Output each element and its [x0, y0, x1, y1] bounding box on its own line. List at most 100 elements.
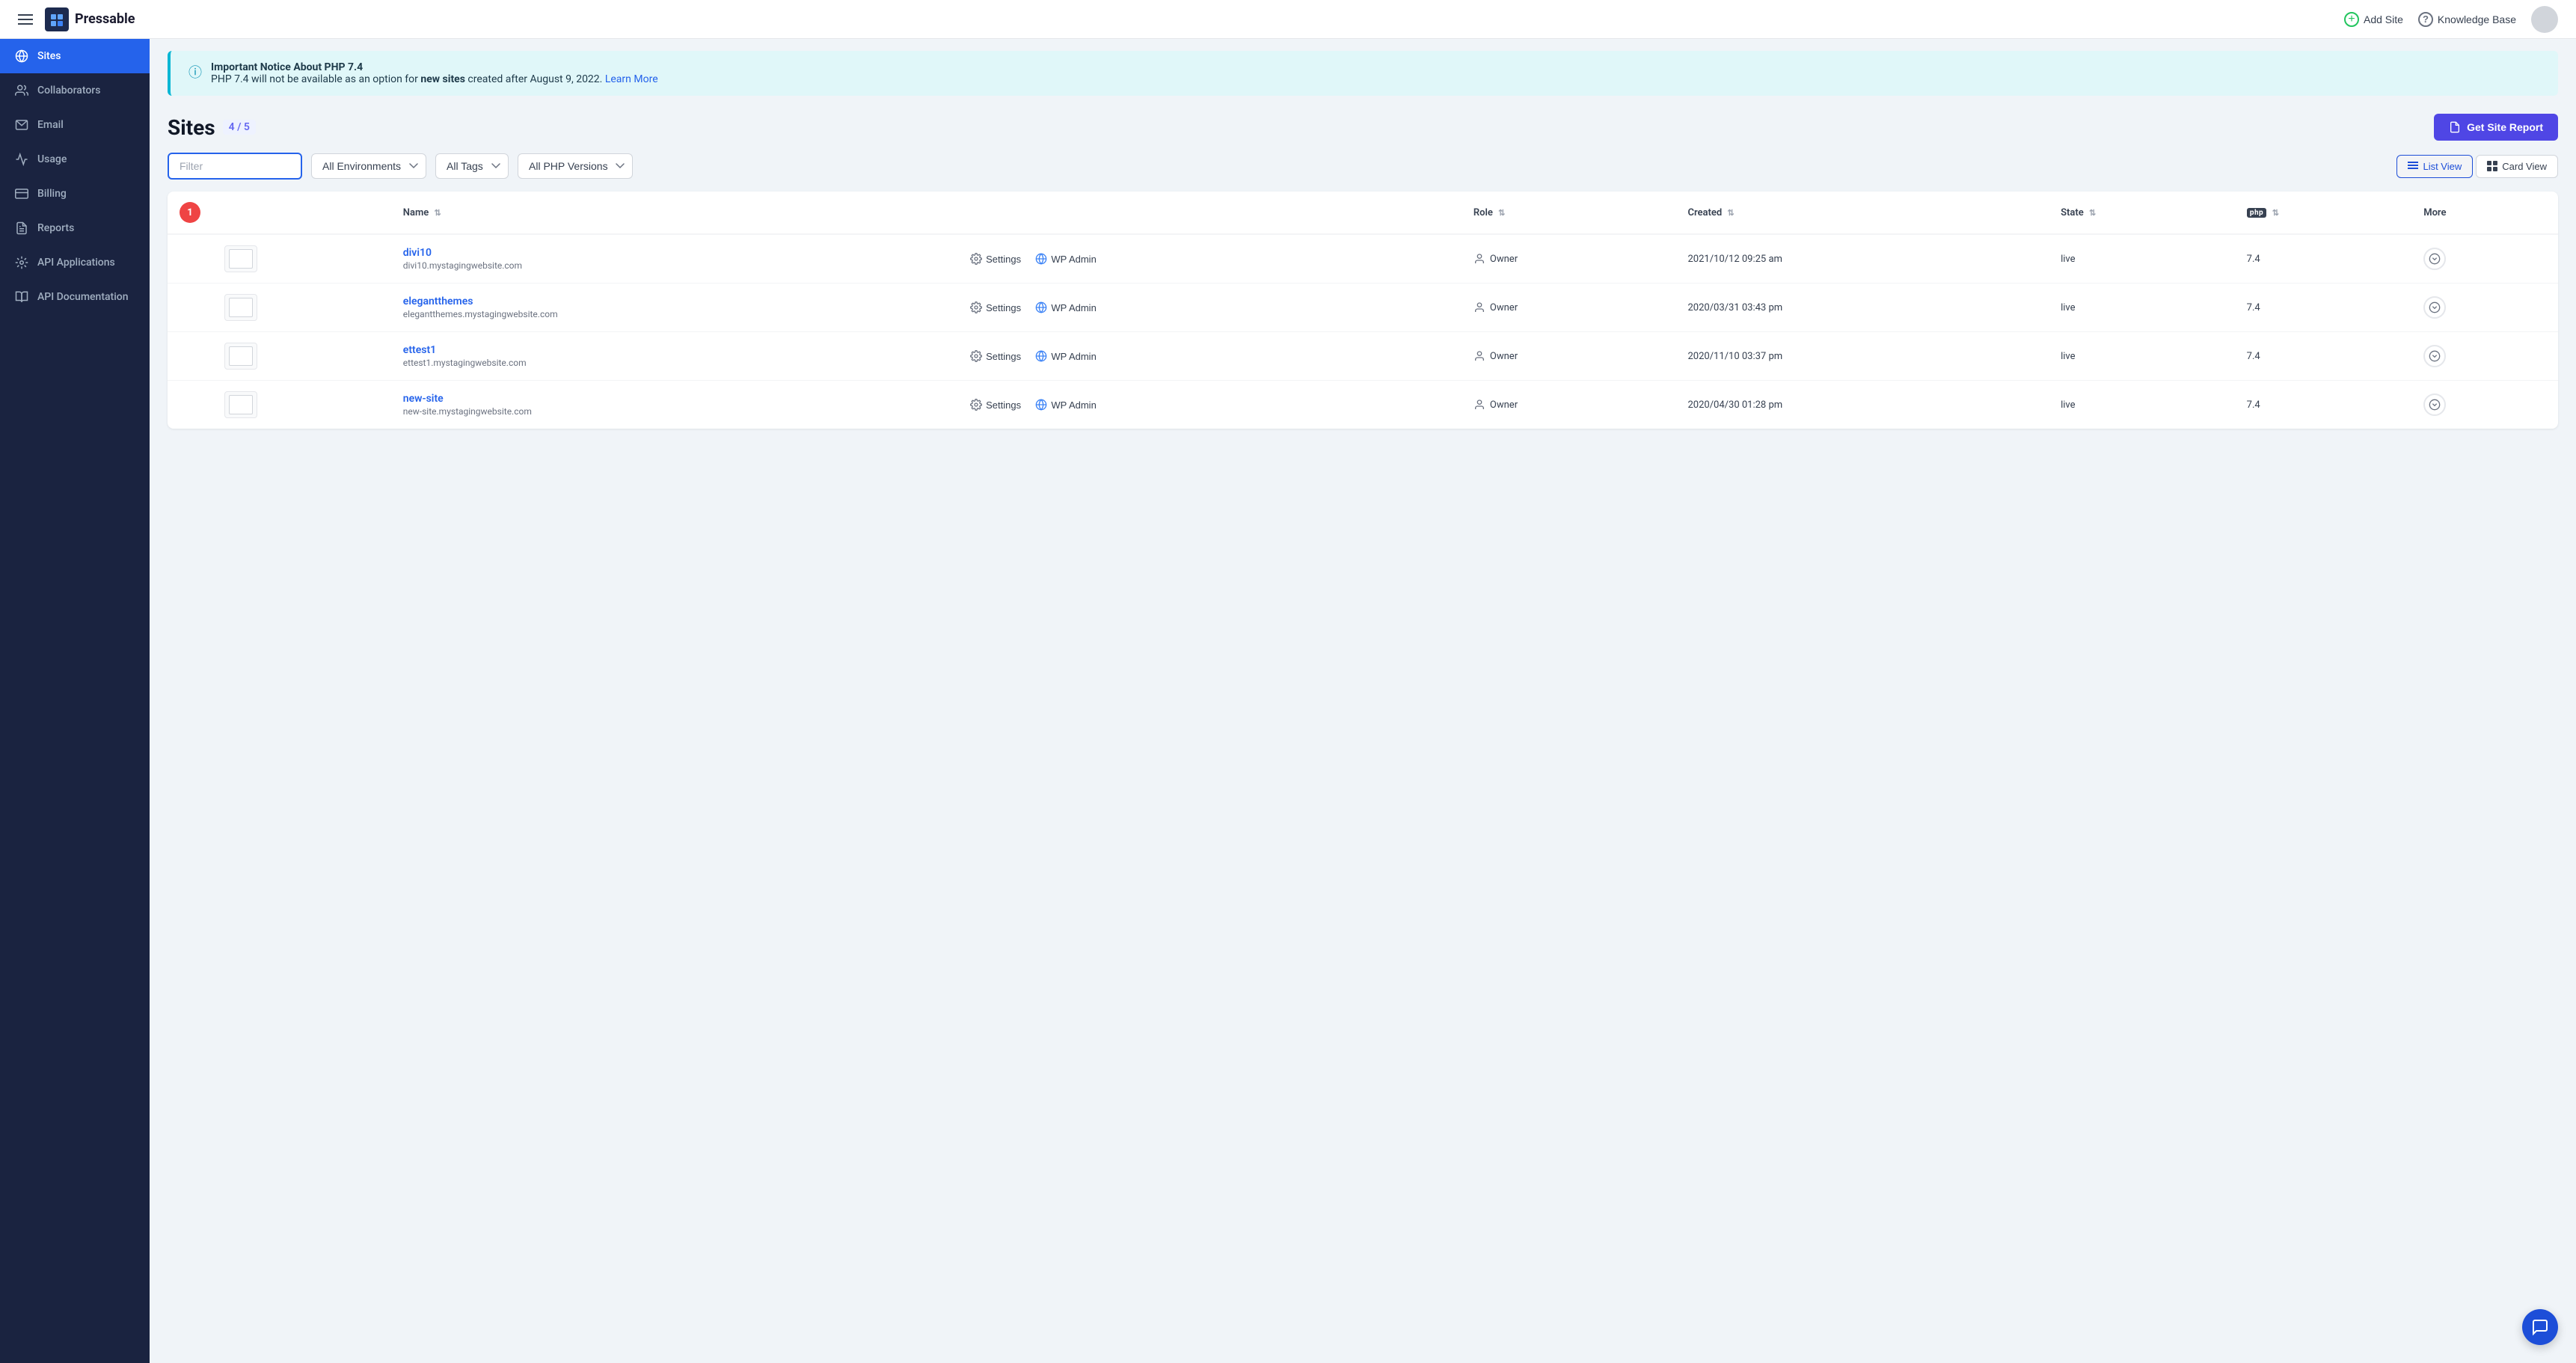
header-right: + Add Site ? Knowledge Base: [2344, 6, 2558, 33]
sidebar-item-email-label: Email: [37, 119, 64, 131]
site-name-link[interactable]: elegantthemes: [403, 295, 473, 307]
list-icon: [2408, 161, 2418, 171]
sidebar-item-collaborators[interactable]: Collaborators: [0, 73, 150, 108]
php-tag-icon: php: [2247, 208, 2266, 218]
more-button[interactable]: [2423, 393, 2446, 416]
php-cell: 7.4: [2235, 234, 2412, 284]
th-created-label: Created: [1687, 207, 1722, 218]
tags-filter[interactable]: All Tags: [435, 153, 509, 179]
row-num-cell: [168, 234, 212, 284]
site-thumbnail: [224, 391, 257, 418]
site-thumb-inner: [229, 395, 253, 414]
site-thumb-inner: [229, 346, 253, 366]
notice-text-before: PHP 7.4 will not be available as an opti…: [211, 73, 420, 85]
sidebar-item-billing-label: Billing: [37, 188, 67, 200]
table-row: new-site new-site.mystagingwebsite.com S…: [168, 381, 2558, 429]
site-thumb-inner: [229, 298, 253, 317]
sites-table: 1 Name ⇅ Role ⇅ Created: [168, 192, 2558, 429]
sidebar-item-sites[interactable]: Sites: [0, 39, 150, 73]
content-area: ⓘ Important Notice About PHP 7.4 PHP 7.4…: [150, 39, 2576, 1363]
get-site-report-button[interactable]: Get Site Report: [2434, 114, 2558, 141]
site-name-link[interactable]: divi10: [403, 247, 432, 259]
knowledge-base-label: Knowledge Base: [2438, 13, 2516, 25]
php-filter[interactable]: All PHP Versions: [518, 153, 633, 179]
table-body: divi10 divi10.mystagingwebsite.com Setti…: [168, 234, 2558, 429]
environment-filter[interactable]: All Environments: [311, 153, 426, 179]
th-role-label: Role: [1473, 207, 1493, 218]
table-row: elegantthemes elegantthemes.mystagingweb…: [168, 284, 2558, 332]
avatar[interactable]: [2531, 6, 2558, 33]
site-actions-cell: Settings WP Admin: [952, 381, 1462, 429]
php-header: php ⇅: [2247, 208, 2400, 218]
sidebar-item-usage[interactable]: Usage: [0, 142, 150, 177]
more-button[interactable]: [2423, 296, 2446, 319]
site-name-link[interactable]: new-site: [403, 393, 444, 405]
sidebar-item-billing[interactable]: Billing: [0, 177, 150, 211]
site-name-cell: ettest1 ettest1.mystagingwebsite.com: [391, 332, 952, 381]
person-icon: [1473, 301, 1485, 313]
state-cell: live: [2049, 381, 2235, 429]
site-name-cell: divi10 divi10.mystagingwebsite.com: [391, 234, 952, 284]
settings-icon: [970, 350, 982, 362]
chat-icon: [2531, 1318, 2549, 1336]
menu-icon[interactable]: [18, 14, 33, 25]
sidebar-item-api-applications[interactable]: API Applications: [0, 245, 150, 280]
th-num: 1: [168, 192, 212, 234]
notice-icon: ⓘ: [188, 62, 202, 82]
notice-bold: new sites: [420, 73, 465, 85]
more-cell: [2411, 234, 2558, 284]
question-icon: ?: [2418, 12, 2433, 27]
table-header-row: 1 Name ⇅ Role ⇅ Created: [168, 192, 2558, 234]
knowledge-base-button[interactable]: ? Knowledge Base: [2418, 12, 2516, 27]
site-thumb-cell: [212, 284, 391, 332]
created-cell: 2020/03/31 03:43 pm: [1675, 284, 2049, 332]
th-name-label: Name: [403, 207, 429, 218]
php-sort-icon: ⇅: [2272, 208, 2279, 218]
sites-count: 4 / 5: [223, 120, 256, 135]
site-actions-cell: Settings WP Admin: [952, 284, 1462, 332]
settings-button[interactable]: Settings: [964, 347, 1027, 365]
settings-icon: [970, 301, 982, 313]
wp-admin-button[interactable]: WP Admin: [1029, 347, 1102, 365]
row-num-cell: [168, 381, 212, 429]
role-text: Owner: [1490, 254, 1518, 265]
settings-button[interactable]: Settings: [964, 250, 1027, 268]
wp-admin-button[interactable]: WP Admin: [1029, 250, 1102, 268]
wp-icon: [1035, 301, 1047, 313]
site-name-link[interactable]: ettest1: [403, 344, 436, 356]
list-view-button[interactable]: List View: [2396, 155, 2473, 178]
site-name-cell: elegantthemes elegantthemes.mystagingweb…: [391, 284, 952, 332]
sidebar-item-reports[interactable]: Reports: [0, 211, 150, 245]
th-state[interactable]: State ⇅: [2049, 192, 2235, 234]
get-report-label: Get Site Report: [2467, 121, 2543, 133]
notice-text: Important Notice About PHP 7.4 PHP 7.4 w…: [211, 61, 658, 85]
settings-icon: [970, 253, 982, 265]
top-header: Pressable + Add Site ? Knowledge Base: [0, 0, 2576, 39]
sidebar-item-api-documentation[interactable]: API Documentation: [0, 280, 150, 314]
th-created[interactable]: Created ⇅: [1675, 192, 2049, 234]
more-button[interactable]: [2423, 248, 2446, 270]
settings-button[interactable]: Settings: [964, 298, 1027, 316]
notice-title: Important Notice About PHP 7.4: [211, 61, 363, 73]
sidebar-item-api-applications-label: API Applications: [37, 257, 115, 269]
more-button[interactable]: [2423, 345, 2446, 367]
site-domain: elegantthemes.mystagingwebsite.com: [403, 309, 940, 319]
php-cell: 7.4: [2235, 332, 2412, 381]
wp-admin-button[interactable]: WP Admin: [1029, 396, 1102, 414]
filter-input[interactable]: [168, 153, 302, 180]
role-text: Owner: [1490, 399, 1518, 411]
person-icon: [1473, 253, 1485, 265]
role-cell: Owner: [1462, 284, 1676, 332]
settings-button[interactable]: Settings: [964, 396, 1027, 414]
notice-learn-more-link[interactable]: Learn More: [605, 73, 658, 85]
add-site-button[interactable]: + Add Site: [2344, 12, 2403, 27]
th-php[interactable]: php ⇅: [2235, 192, 2412, 234]
th-name[interactable]: Name ⇅: [391, 192, 952, 234]
collaborators-icon: [15, 84, 28, 97]
chat-widget[interactable]: [2522, 1309, 2558, 1345]
th-role[interactable]: Role ⇅: [1462, 192, 1676, 234]
sidebar-item-email[interactable]: Email: [0, 108, 150, 142]
card-view-button[interactable]: Card View: [2476, 155, 2558, 178]
wp-admin-button[interactable]: WP Admin: [1029, 298, 1102, 316]
role-sort-icon: ⇅: [1498, 208, 1505, 218]
